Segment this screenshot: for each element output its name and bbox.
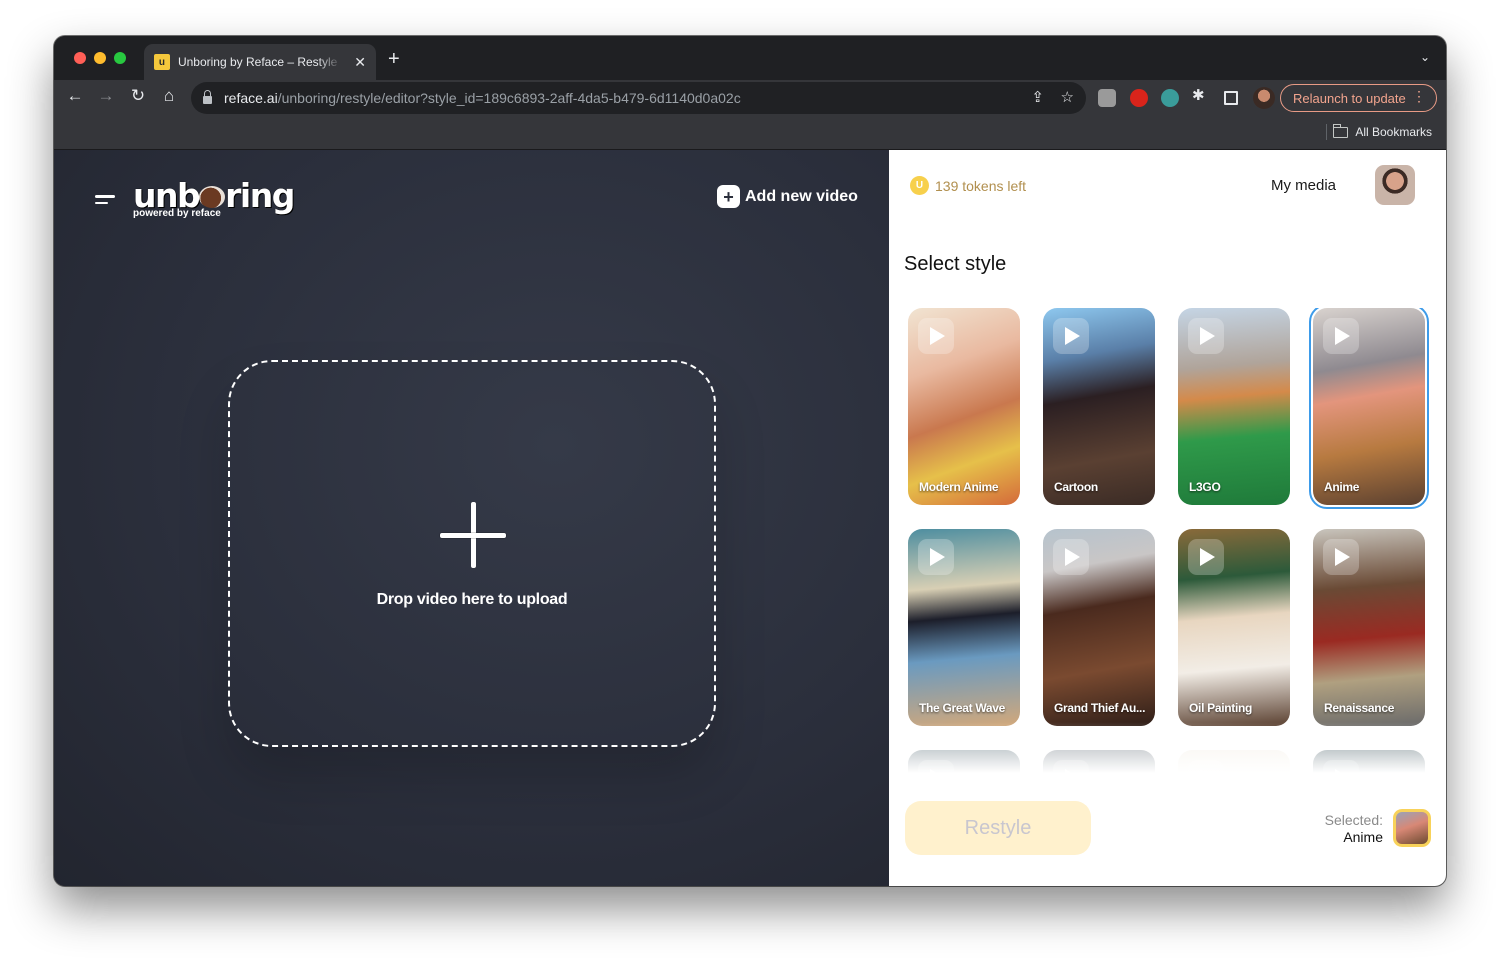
back-arrow-icon[interactable]: ← (63, 86, 87, 106)
play-icon[interactable] (1188, 760, 1224, 782)
all-bookmarks-label: All Bookmarks (1355, 125, 1432, 139)
coin-icon: U (910, 176, 929, 195)
browser-toolbar: ← → ↻ ⌂ reface.ai/unboring/restyle/edito… (54, 80, 1446, 116)
tokens-counter: U 139 tokens left (910, 176, 1026, 195)
forward-arrow-icon[interactable]: → (94, 86, 118, 106)
play-icon[interactable] (918, 539, 954, 575)
style-card-label: L3GO (1189, 480, 1221, 494)
browser-window: u Unboring by Reface – Restyle ✕ + ⌄ ← →… (54, 36, 1446, 886)
logo-text-end: ring (225, 176, 295, 215)
my-media-link[interactable]: My media (1271, 177, 1336, 194)
style-card[interactable]: Modern Anime (908, 308, 1020, 505)
editor-panel: unb ring powered by reface + Add new vide… (54, 150, 889, 886)
more-icon[interactable]: ⋮ (1412, 88, 1426, 105)
style-card[interactable]: Renaissance (1313, 529, 1425, 726)
adblock-icon[interactable] (1130, 89, 1148, 107)
extension-icon[interactable] (1098, 89, 1116, 107)
close-icon[interactable]: ✕ (354, 54, 366, 71)
page: unb ring powered by reface + Add new vide… (54, 150, 1446, 886)
selected-key: Selected: (1324, 812, 1383, 828)
section-title: Select style (904, 253, 1007, 275)
play-icon[interactable] (1188, 539, 1224, 575)
style-card[interactable]: Cartoon (1043, 308, 1155, 505)
selected-style-thumbnail (1393, 809, 1431, 847)
style-card[interactable]: Anime (1309, 308, 1429, 509)
play-icon[interactable] (918, 318, 954, 354)
star-icon[interactable]: ☆ (1061, 88, 1074, 106)
reload-icon[interactable]: ↻ (126, 86, 150, 106)
tab-strip: u Unboring by Reface – Restyle ✕ + ⌄ (54, 36, 1446, 80)
selected-style-info: Selected: Anime (1325, 812, 1383, 846)
share-icon[interactable]: ⇪ (1031, 88, 1044, 106)
chevron-down-icon[interactable]: ⌄ (1420, 50, 1430, 64)
address-bar[interactable]: reface.ai/unboring/restyle/editor?style_… (191, 82, 1086, 114)
style-card-label: Cartoon (1054, 480, 1098, 494)
style-card[interactable] (908, 750, 1020, 782)
play-icon[interactable] (1053, 760, 1089, 782)
style-card-label: Anime (1324, 480, 1360, 494)
cloud-icon[interactable] (1161, 89, 1179, 107)
play-icon[interactable] (1188, 318, 1224, 354)
minimize-window-button[interactable] (94, 52, 106, 64)
relaunch-label: Relaunch to update (1293, 90, 1406, 106)
dropzone-label: Drop video here to upload (376, 591, 568, 608)
style-card[interactable]: The Great Wave (908, 529, 1020, 726)
all-bookmarks-button[interactable]: All Bookmarks (1332, 123, 1432, 139)
style-card-label: Grand Thief Au... (1054, 701, 1146, 715)
upload-plus-icon (440, 502, 506, 568)
style-panel: U 139 tokens left My media Select style … (889, 150, 1446, 886)
side-panel-icon[interactable] (1224, 91, 1238, 105)
add-new-video-button[interactable]: + Add new video (717, 185, 858, 208)
divider (1326, 124, 1327, 140)
relaunch-button[interactable]: Relaunch to update ⋮ (1280, 84, 1437, 112)
style-grid: Modern Anime Cartoon L3GO Anime The Great Wa… (908, 308, 1430, 782)
play-icon[interactable] (1323, 760, 1359, 782)
style-card-label: Modern Anime (919, 480, 999, 494)
tokens-label: 139 tokens left (935, 177, 1027, 194)
play-icon[interactable] (918, 760, 954, 782)
tab-unboring[interactable]: u Unboring by Reface – Restyle ✕ (144, 44, 376, 80)
plus-icon: + (717, 185, 740, 208)
u-favicon-icon: u (154, 54, 170, 70)
add-new-video-label: Add new video (745, 187, 858, 205)
selected-value: Anime (1343, 829, 1383, 845)
new-tab-button[interactable]: + (388, 49, 400, 69)
home-icon[interactable]: ⌂ (157, 86, 181, 106)
logo-bird-icon (199, 186, 226, 208)
zoom-window-button[interactable] (114, 52, 126, 64)
close-window-button[interactable] (74, 52, 86, 64)
puzzle-icon[interactable]: ✱ (1192, 86, 1210, 104)
style-card[interactable] (1043, 750, 1155, 782)
url-host: reface.ai (224, 90, 278, 106)
style-card[interactable]: L3GO (1178, 308, 1290, 505)
play-icon[interactable] (1053, 318, 1089, 354)
video-dropzone[interactable]: Drop video here to upload (228, 360, 716, 747)
tab-title: Unboring by Reface – Restyle (177, 55, 338, 69)
style-card-label: Renaissance (1324, 701, 1395, 715)
style-card[interactable] (1178, 750, 1290, 782)
lock-icon (203, 90, 212, 104)
restyle-button[interactable]: Restyle (905, 801, 1091, 855)
style-card-label: The Great Wave (919, 701, 1006, 715)
menu-icon[interactable] (95, 195, 115, 208)
style-card[interactable] (1313, 750, 1425, 782)
folder-icon (1332, 123, 1349, 138)
play-icon[interactable] (1053, 539, 1089, 575)
unboring-logo[interactable]: unb ring powered by reface (133, 176, 295, 220)
url-path: /unboring/restyle/editor?style_id=189c68… (277, 90, 741, 106)
style-card[interactable]: Grand Thief Au... (1043, 529, 1155, 726)
profile-avatar[interactable] (1253, 87, 1275, 109)
style-card[interactable]: Oil Painting (1178, 529, 1290, 726)
play-icon[interactable] (1323, 539, 1359, 575)
play-icon[interactable] (1323, 318, 1359, 354)
user-avatar[interactable] (1375, 165, 1415, 205)
bookmarks-bar: All Bookmarks (54, 116, 1446, 150)
style-card-label: Oil Painting (1189, 701, 1253, 715)
